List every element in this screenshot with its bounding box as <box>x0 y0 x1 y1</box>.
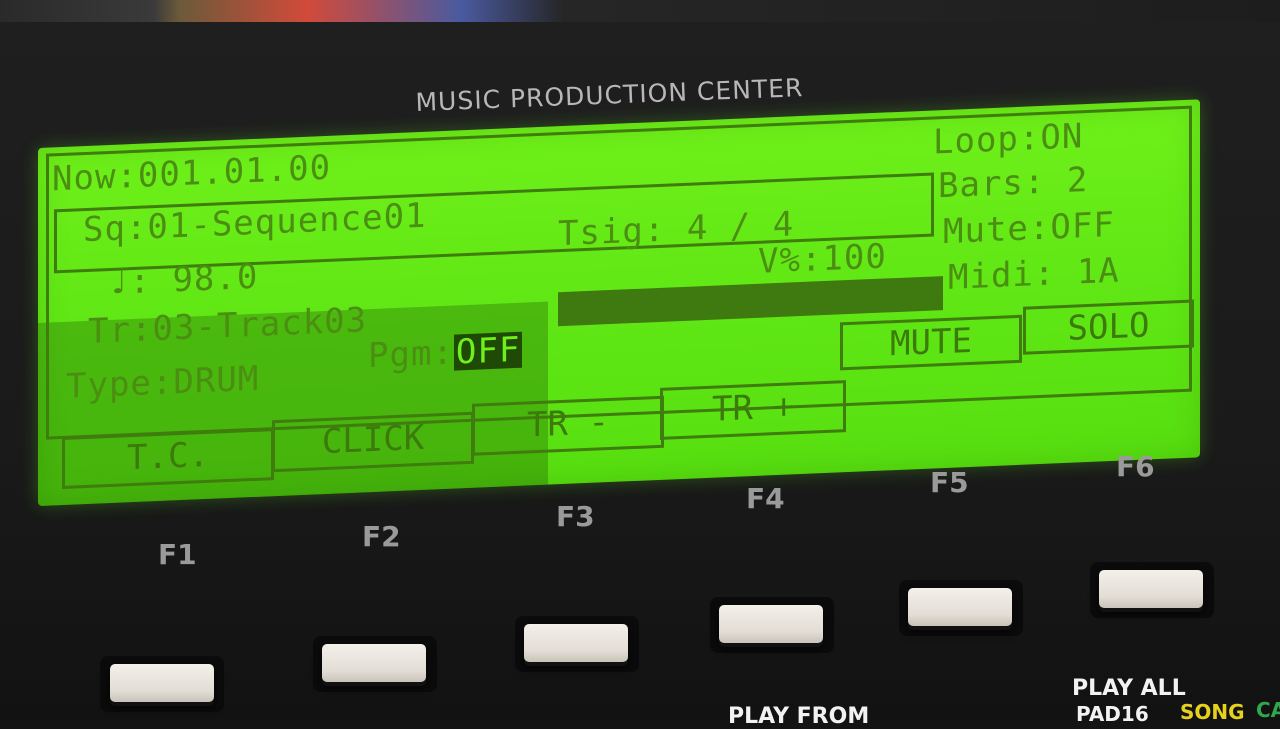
f5-button[interactable] <box>908 588 1012 626</box>
track-plus-softkey[interactable]: TR + <box>660 380 846 440</box>
play-all-label: PLAY ALL <box>1072 676 1186 701</box>
f3-label: F3 <box>556 500 595 533</box>
background-objects <box>0 0 1280 22</box>
lcd-screen: Now:001.01.00 Loop:ON Sq:01-Sequence01 T… <box>38 99 1200 507</box>
f2-button[interactable] <box>322 644 426 682</box>
click-softkey[interactable]: CLICK <box>272 411 474 473</box>
f4-label: F4 <box>746 482 785 515</box>
mute-softkey[interactable]: MUTE <box>840 314 1022 371</box>
program-field[interactable]: Pgm:OFF <box>368 330 523 377</box>
f1-label: F1 <box>158 538 197 571</box>
f4-button[interactable] <box>719 605 823 643</box>
velocity-percent: V%:100 <box>758 236 887 282</box>
f2-label: F2 <box>362 520 401 553</box>
program-value-cursor[interactable]: OFF <box>453 330 523 372</box>
f6-label: F6 <box>1116 450 1155 483</box>
track-minus-softkey[interactable]: TR - <box>472 395 664 456</box>
f3-button[interactable] <box>524 624 628 662</box>
tempo-value: 98.0 <box>172 256 259 301</box>
note-icon: ♩: <box>108 261 151 304</box>
bars-count: Bars: 2 <box>938 159 1089 207</box>
f5-label: F5 <box>930 466 969 499</box>
solo-softkey[interactable]: SOLO <box>1023 299 1194 355</box>
cut-label: CA <box>1256 698 1280 722</box>
program-label: Pgm: <box>368 332 454 377</box>
loop-status: Loop:ON <box>933 116 1084 163</box>
track-type: Type:DRUM <box>66 358 260 407</box>
pad16-label: PAD16 <box>1076 702 1149 726</box>
song-label: SONG <box>1180 700 1245 724</box>
tempo-readout: ♩: 98.0 <box>108 256 259 304</box>
tc-softkey[interactable]: T.C. <box>62 428 274 489</box>
f1-button[interactable] <box>110 664 214 702</box>
midi-channel: Midi: 1A <box>948 250 1120 298</box>
mute-status: Mute:OFF <box>943 204 1115 253</box>
play-from-label: PLAY FROM <box>728 704 870 729</box>
f6-button[interactable] <box>1099 570 1203 608</box>
